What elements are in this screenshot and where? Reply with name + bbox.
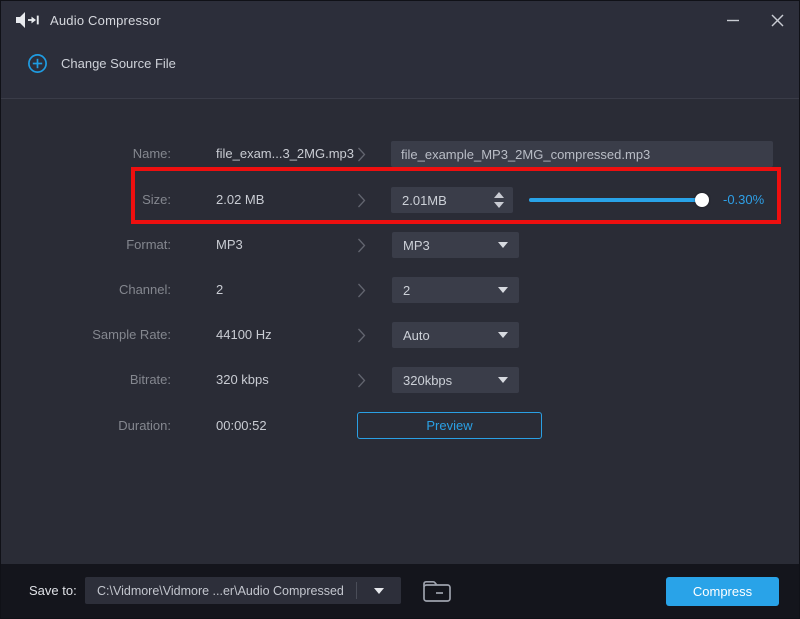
folder-icon xyxy=(422,579,452,603)
size-spinner-arrows xyxy=(494,192,504,208)
row-format: Format: MP3 MP3 xyxy=(1,231,799,259)
channel-label: Channel: xyxy=(1,276,171,304)
dropdown-arrow-icon xyxy=(498,332,508,338)
browse-folder-button[interactable] xyxy=(421,578,453,604)
row-duration: Duration: 00:00:52 Preview xyxy=(1,412,799,440)
dropdown-arrow-icon xyxy=(498,377,508,383)
bitrate-dropdown[interactable]: 320kbps xyxy=(392,367,519,393)
save-to-label: Save to: xyxy=(29,564,77,618)
target-size-spinbox[interactable]: 2.01MB xyxy=(391,187,513,213)
chevron-right-icon xyxy=(356,237,367,259)
window-title: Audio Compressor xyxy=(50,13,161,28)
compress-button[interactable]: Compress xyxy=(666,577,779,606)
close-button[interactable] xyxy=(755,1,799,39)
size-slider-track[interactable] xyxy=(529,198,709,202)
row-channel: Channel: 2 2 xyxy=(1,276,799,304)
minimize-icon xyxy=(726,13,740,27)
dropdown-arrow-icon xyxy=(498,287,508,293)
bitrate-dropdown-value: 320kbps xyxy=(392,373,498,388)
size-slider-fill xyxy=(529,198,702,202)
minimize-button[interactable] xyxy=(711,1,755,39)
channel-dropdown[interactable]: 2 xyxy=(392,277,519,303)
channel-dropdown-value: 2 xyxy=(392,283,498,298)
plus-circle-icon xyxy=(27,53,48,74)
format-source-value: MP3 xyxy=(216,231,243,259)
sample-rate-label: Sample Rate: xyxy=(1,321,171,349)
preview-button[interactable]: Preview xyxy=(357,412,542,439)
format-dropdown[interactable]: MP3 xyxy=(392,232,519,258)
size-slider-knob[interactable] xyxy=(695,193,709,207)
title-bar: Audio Compressor xyxy=(1,1,799,39)
change-source-file-label: Change Source File xyxy=(61,56,176,71)
chevron-right-icon xyxy=(356,327,367,349)
size-label: Size: xyxy=(1,186,171,214)
format-dropdown-value: MP3 xyxy=(392,238,498,253)
bitrate-label: Bitrate: xyxy=(1,366,171,394)
chevron-right-icon xyxy=(356,146,367,168)
row-size: Size: 2.02 MB 2.01MB -0.30% xyxy=(1,186,799,214)
speaker-arrow-icon xyxy=(15,11,40,29)
output-filename-input[interactable] xyxy=(391,141,773,167)
combobox-divider xyxy=(356,582,357,599)
window-controls xyxy=(711,1,799,39)
target-size-value: 2.01MB xyxy=(391,193,494,208)
save-path-text: C:\Vidmore\Vidmore ...er\Audio Compresse… xyxy=(85,584,356,598)
dropdown-arrow-icon xyxy=(498,242,508,248)
save-path-combobox[interactable]: C:\Vidmore\Vidmore ...er\Audio Compresse… xyxy=(85,577,401,604)
change-source-file-button[interactable]: Change Source File xyxy=(27,53,176,74)
format-label: Format: xyxy=(1,231,171,259)
settings-panel: Name: file_exam...3_2MG.mp3 Size: 2.02 M… xyxy=(1,100,799,564)
row-bitrate: Bitrate: 320 kbps 320kbps xyxy=(1,366,799,394)
duration-value: 00:00:52 xyxy=(216,412,267,440)
size-slider[interactable] xyxy=(529,186,709,214)
duration-label: Duration: xyxy=(1,412,171,440)
spin-down-icon[interactable] xyxy=(494,202,504,208)
chevron-right-icon xyxy=(356,282,367,304)
bitrate-source-value: 320 kbps xyxy=(216,366,269,394)
channel-source-value: 2 xyxy=(216,276,223,304)
row-sample-rate: Sample Rate: 44100 Hz Auto xyxy=(1,321,799,349)
top-band: Audio Compressor Change Source File xyxy=(1,1,799,99)
chevron-right-icon xyxy=(356,372,367,394)
size-source-value: 2.02 MB xyxy=(216,186,264,214)
row-name: Name: file_exam...3_2MG.mp3 xyxy=(1,140,799,168)
close-icon xyxy=(770,13,785,28)
audio-compressor-window: Audio Compressor Change Source File xyxy=(0,0,800,619)
spin-up-icon[interactable] xyxy=(494,192,504,198)
footer-bar: Save to: C:\Vidmore\Vidmore ...er\Audio … xyxy=(1,564,799,618)
sample-rate-source-value: 44100 Hz xyxy=(216,321,272,349)
sample-rate-dropdown-value: Auto xyxy=(392,328,498,343)
chevron-right-icon xyxy=(356,192,367,214)
name-label: Name: xyxy=(1,140,171,168)
sample-rate-dropdown[interactable]: Auto xyxy=(392,322,519,348)
size-reduction-readout: -0.30% xyxy=(723,186,764,214)
save-path-dropdown-icon[interactable] xyxy=(374,588,384,594)
name-source-value: file_exam...3_2MG.mp3 xyxy=(216,140,354,168)
